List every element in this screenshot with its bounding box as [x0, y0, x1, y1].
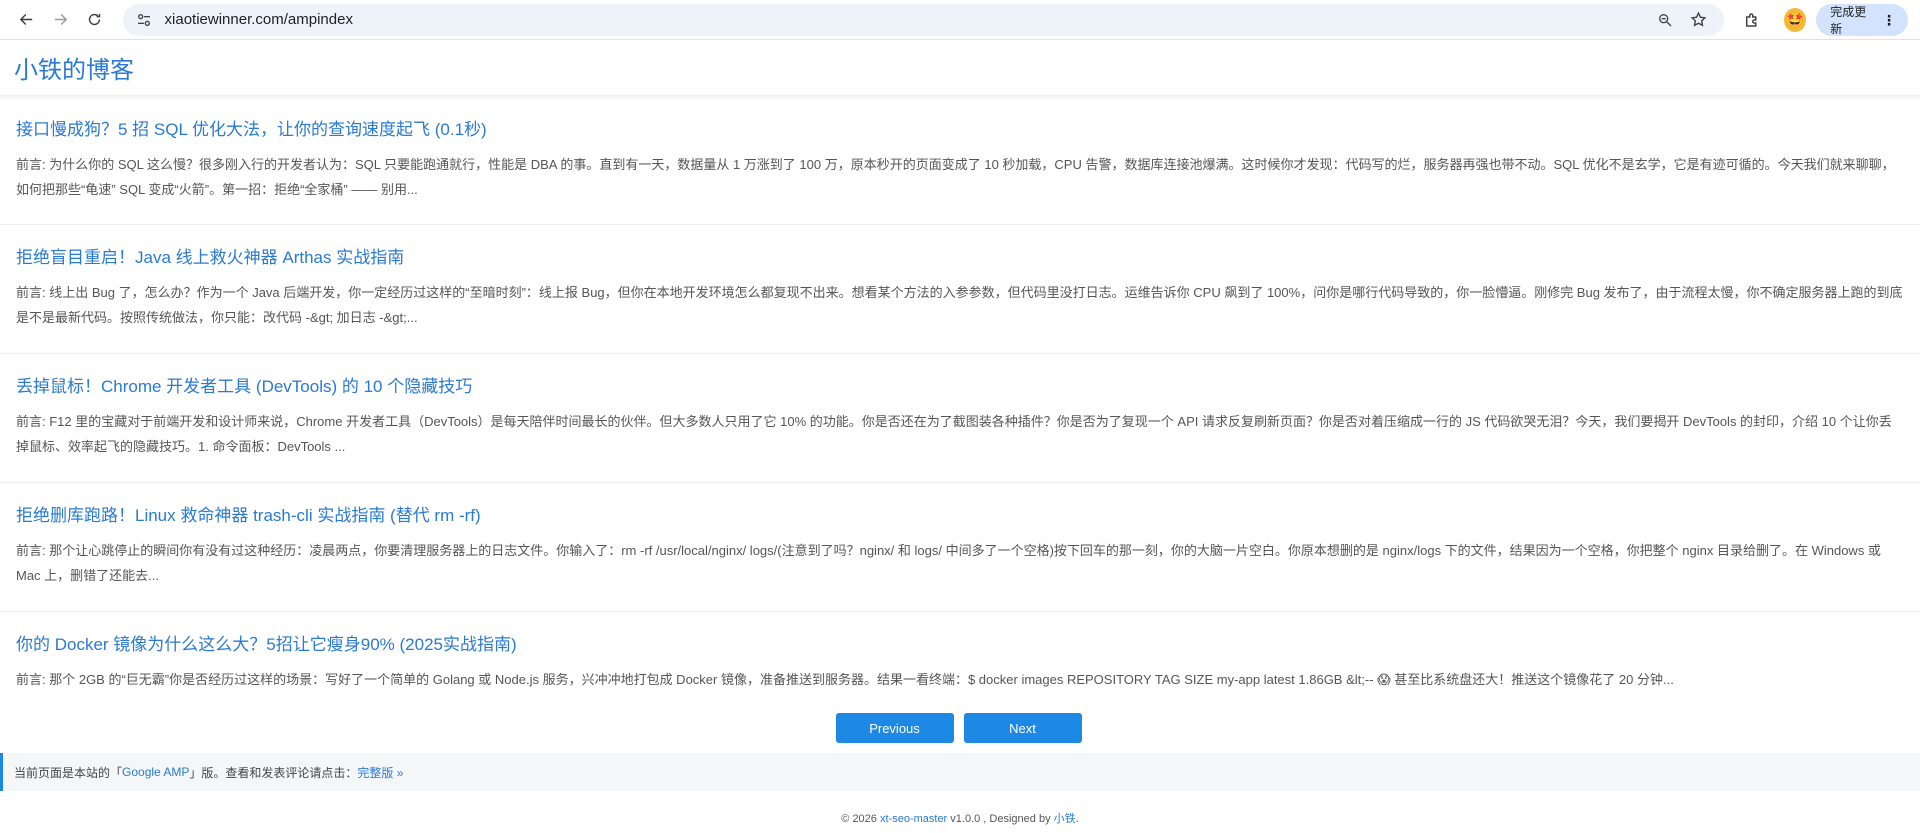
- address-bar[interactable]: xiaotiewinner.com/ampindex: [122, 3, 1724, 36]
- post-item: 拒绝盲目重启！Java 线上救火神器 Arthas 实战指南 前言: 线上出 B…: [0, 225, 1920, 354]
- project-link[interactable]: xt-seo-master: [880, 813, 947, 825]
- bookmark-star-icon[interactable]: [1686, 7, 1712, 33]
- amp-notice: 当前页面是本站的「 Google AMP 」版。查看和发表评论请点击： 完整版 »: [0, 753, 1920, 791]
- post-excerpt: 前言: F12 里的宝藏对于前端开发和设计师来说，Chrome 开发者工具（De…: [16, 414, 1892, 454]
- post-title-link[interactable]: 拒绝删库跑路！Linux 救命神器 trash-cli 实战指南 (替代 rm …: [16, 501, 1904, 526]
- reload-icon[interactable]: [80, 5, 108, 35]
- post-excerpt: 前言: 那个让心跳停止的瞬间你有没有过这种经历：凌晨两点，你要清理服务器上的日志…: [16, 543, 1881, 583]
- extensions-icon[interactable]: [1738, 5, 1766, 35]
- forward-icon[interactable]: [46, 5, 74, 35]
- pagination: Previous Next: [0, 713, 1920, 743]
- post-title-link[interactable]: 接口慢成狗？5 招 SQL 优化大法，让你的查询速度起飞 (0.1秒): [16, 115, 1904, 140]
- post-excerpt: 前言: 那个 2GB 的“巨无霸”你是否经历过这样的场景：写好了一个简单的 Go…: [16, 672, 1674, 687]
- amp-notice-middle: 」版。查看和发表评论请点击：: [189, 765, 358, 780]
- footer-version: v1.0.0 , Designed by: [947, 813, 1054, 825]
- previous-button[interactable]: Previous: [835, 713, 954, 743]
- post-excerpt: 前言: 线上出 Bug 了，怎么办？作为一个 Java 后端开发，你一定经历过这…: [16, 285, 1903, 325]
- menu-dots-icon: ⋮: [1881, 11, 1896, 28]
- post-item: 丢掉鼠标！Chrome 开发者工具 (DevTools) 的 10 个隐藏技巧 …: [0, 354, 1920, 483]
- post-title-link[interactable]: 丢掉鼠标！Chrome 开发者工具 (DevTools) 的 10 个隐藏技巧: [16, 372, 1904, 397]
- next-button[interactable]: Next: [963, 713, 1082, 743]
- update-button[interactable]: 完成更新 ⋮: [1816, 3, 1908, 36]
- profile-avatar[interactable]: 🤩: [1783, 7, 1807, 32]
- back-icon[interactable]: [12, 5, 40, 35]
- post-item: 拒绝删库跑路！Linux 救命神器 trash-cli 实战指南 (替代 rm …: [0, 483, 1920, 612]
- site-info-icon[interactable]: [135, 11, 153, 29]
- full-version-link[interactable]: 完整版 »: [357, 764, 403, 781]
- footer-copyright: © 2026: [841, 813, 880, 825]
- site-header: 小铁的博客: [0, 40, 1920, 96]
- url-text[interactable]: xiaotiewinner.com/ampindex: [165, 11, 1644, 28]
- post-title-link[interactable]: 你的 Docker 镜像为什么这么大？5招让它瘦身90% (2025实战指南): [16, 630, 1904, 655]
- post-excerpt: 前言: 为什么你的 SQL 这么慢？很多刚入行的开发者认为：SQL 只要能跑通就…: [16, 157, 1895, 197]
- author-link[interactable]: 小铁: [1054, 813, 1076, 825]
- google-amp-link[interactable]: Google AMP: [122, 765, 189, 779]
- post-title-link[interactable]: 拒绝盲目重启！Java 线上救火神器 Arthas 实战指南: [16, 243, 1904, 268]
- browser-toolbar: xiaotiewinner.com/ampindex 🤩 完成更新 ⋮: [0, 0, 1920, 40]
- footer: © 2026 xt-seo-master v1.0.0 , Designed b…: [0, 810, 1920, 826]
- post-list: 接口慢成狗？5 招 SQL 优化大法，让你的查询速度起飞 (0.1秒) 前言: …: [0, 96, 1920, 741]
- update-label: 完成更新: [1830, 4, 1867, 36]
- post-item: 接口慢成狗？5 招 SQL 优化大法，让你的查询速度起飞 (0.1秒) 前言: …: [0, 96, 1920, 225]
- zoom-icon[interactable]: [1652, 7, 1678, 33]
- site-title[interactable]: 小铁的博客: [14, 50, 134, 85]
- amp-notice-prefix: 当前页面是本站的「: [14, 765, 123, 780]
- footer-end: .: [1075, 813, 1079, 825]
